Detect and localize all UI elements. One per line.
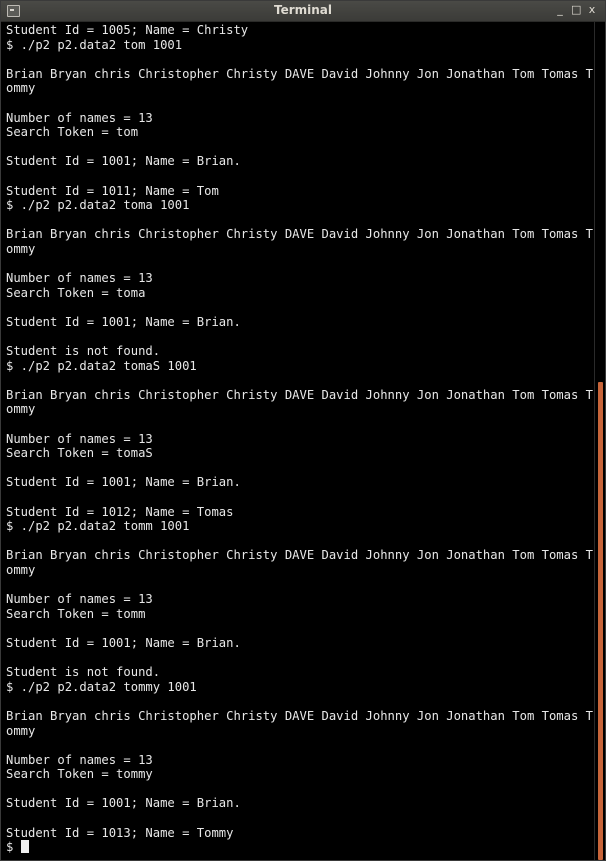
output-line: Student Id = 1005; Name = Christy [6, 23, 249, 37]
output-line: Student Id = 1001; Name = Brian. [6, 796, 241, 811]
output-line: Student Id = 1013; Name = Tommy [6, 825, 234, 840]
prompt-symbol: $ [6, 840, 21, 855]
output-line: Number of names = 13 [6, 592, 153, 607]
close-button[interactable]: x [587, 3, 597, 16]
output-line: Search Token = tomaS [6, 446, 153, 461]
minimize-button[interactable]: _ [555, 3, 565, 16]
command-line: $ ./p2 p2.data2 toma 1001 [6, 198, 190, 213]
output-line: Search Token = tom [6, 125, 139, 140]
output-line: Student Id = 1001; Name = Brian. [6, 154, 241, 169]
output-line: ommy [6, 81, 36, 96]
output-line: Brian Bryan chris Christopher Christy DA… [6, 387, 593, 402]
command-line: $ ./p2 p2.data2 tom 1001 [6, 37, 183, 52]
output-line: Search Token = tomm [6, 606, 146, 621]
terminal-window: Terminal _ □ x Student Id = 1005; Name =… [0, 0, 606, 861]
output-line: Brian Bryan chris Christopher Christy DA… [6, 66, 593, 81]
command-line: $ ./p2 p2.data2 tomaS 1001 [6, 358, 197, 373]
title-bar[interactable]: Terminal _ □ x [1, 1, 605, 22]
output-line: Student Id = 1001; Name = Brian. [6, 635, 241, 650]
output-line: ommy [6, 402, 36, 417]
output-line: Number of names = 13 [6, 271, 153, 286]
window-title: Terminal [273, 3, 333, 17]
output-line: Brian Bryan chris Christopher Christy DA… [6, 548, 593, 563]
maximize-button[interactable]: □ [571, 3, 581, 16]
output-line: Number of names = 13 [6, 110, 153, 125]
output-line: Student Id = 1001; Name = Brian. [6, 475, 241, 490]
text-cursor [20, 840, 29, 854]
output-line: ommy [6, 723, 36, 738]
output-line: Student is not found. [6, 665, 161, 680]
output-line: Search Token = tommy [6, 767, 153, 782]
output-line: Student Id = 1001; Name = Brian. [6, 314, 241, 329]
output-line: Student Id = 1011; Name = Tom [6, 183, 219, 198]
terminal-output[interactable]: Student Id = 1005; Name = Christy $ ./p2 … [1, 22, 595, 860]
output-line: Number of names = 13 [6, 752, 153, 767]
output-line: Number of names = 13 [6, 431, 153, 446]
scrollbar-thumb[interactable] [598, 382, 603, 860]
output-line: Search Token = toma [6, 285, 146, 300]
output-line: Brian Bryan chris Christopher Christy DA… [6, 227, 593, 242]
command-line: $ ./p2 p2.data2 tommy 1001 [6, 679, 197, 694]
prompt-line[interactable]: $ [6, 840, 595, 855]
output-line: ommy [6, 562, 36, 577]
output-line: Student is not found. [6, 344, 161, 359]
window-controls: _ □ x [555, 3, 597, 16]
output-line: ommy [6, 241, 36, 256]
output-line: Student Id = 1012; Name = Tomas [6, 504, 234, 519]
scrollbar[interactable] [594, 22, 605, 860]
output-line: Brian Bryan chris Christopher Christy DA… [6, 708, 593, 723]
command-line: $ ./p2 p2.data2 tomm 1001 [6, 519, 190, 534]
